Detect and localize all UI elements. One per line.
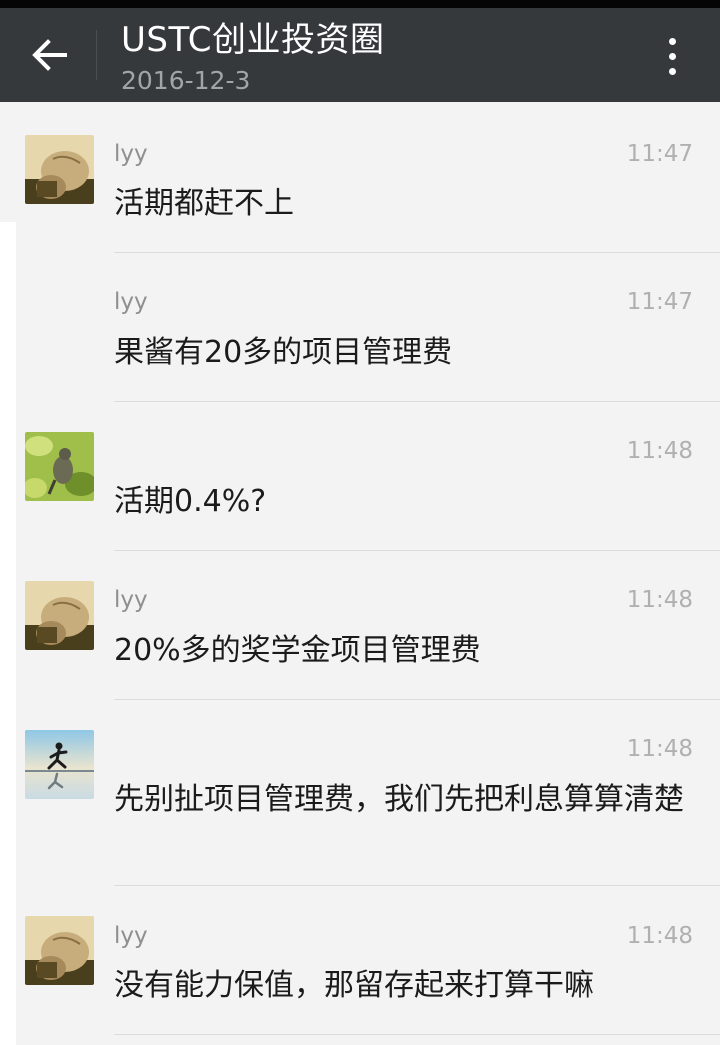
bird-avatar-icon bbox=[25, 432, 94, 501]
avatar[interactable] bbox=[25, 916, 94, 985]
timestamp: 11:48 bbox=[626, 736, 693, 762]
sender-name: lyy bbox=[114, 923, 148, 949]
sender-name: lyy bbox=[114, 141, 148, 167]
avatar[interactable] bbox=[25, 730, 94, 799]
sender-name: lyy bbox=[114, 289, 148, 315]
page-title: USTC创业投资圈 bbox=[121, 20, 385, 60]
message-text: 活期都赶不上 bbox=[114, 186, 294, 221]
appbar-divider bbox=[96, 30, 97, 80]
message-text: 果酱有20多的项目管理费 bbox=[114, 335, 453, 370]
list-item[interactable]: lyy 11:47 活期都赶不上 bbox=[0, 102, 720, 253]
avatar[interactable] bbox=[25, 135, 94, 204]
list-item[interactable]: lyy 11:47 果酱有20多的项目管理费 bbox=[0, 252, 720, 402]
avatar[interactable] bbox=[25, 581, 94, 650]
fist-avatar-icon bbox=[25, 135, 94, 204]
message-text: 活期0.4%? bbox=[114, 484, 267, 519]
more-options-button[interactable] bbox=[648, 28, 696, 84]
app-bar: USTC创业投资圈 2016-12-3 bbox=[0, 8, 720, 102]
more-vert-icon bbox=[668, 37, 676, 45]
back-button[interactable] bbox=[18, 26, 80, 84]
runner-avatar-icon bbox=[25, 730, 94, 799]
page-subtitle: 2016-12-3 bbox=[121, 66, 251, 95]
status-bar bbox=[0, 0, 720, 8]
timestamp: 11:48 bbox=[626, 587, 693, 613]
message-list[interactable]: lyy 11:47 活期都赶不上 lyy 11:47 果酱有20多的项目管理费 … bbox=[0, 102, 720, 1045]
sender-name: lyy bbox=[114, 587, 148, 613]
list-item[interactable]: 11:48 先别扯项目管理费，我们先把利息算算清楚 bbox=[0, 699, 720, 886]
message-text: 没有能力保值，那留存起来打算干嘛 bbox=[114, 968, 594, 1003]
list-item[interactable]: 11:48 活期0.4%? bbox=[0, 401, 720, 551]
message-text: 20%多的奖学金项目管理费 bbox=[114, 633, 481, 668]
fist-avatar-icon bbox=[25, 916, 94, 985]
list-item[interactable]: lyy 11:48 20%多的奖学金项目管理费 bbox=[0, 550, 720, 700]
message-text: 先别扯项目管理费，我们先把利息算算清楚 bbox=[114, 782, 684, 817]
timestamp: 11:47 bbox=[626, 289, 693, 315]
list-item[interactable]: lyy 11:48 没有能力保值，那留存起来打算干嘛 bbox=[0, 885, 720, 1035]
timestamp: 11:48 bbox=[626, 923, 693, 949]
back-arrow-icon bbox=[32, 39, 67, 71]
timestamp: 11:48 bbox=[626, 438, 693, 464]
timestamp: 11:47 bbox=[626, 141, 693, 167]
divider bbox=[114, 1034, 720, 1035]
fist-avatar-icon bbox=[25, 581, 94, 650]
avatar[interactable] bbox=[25, 432, 94, 501]
